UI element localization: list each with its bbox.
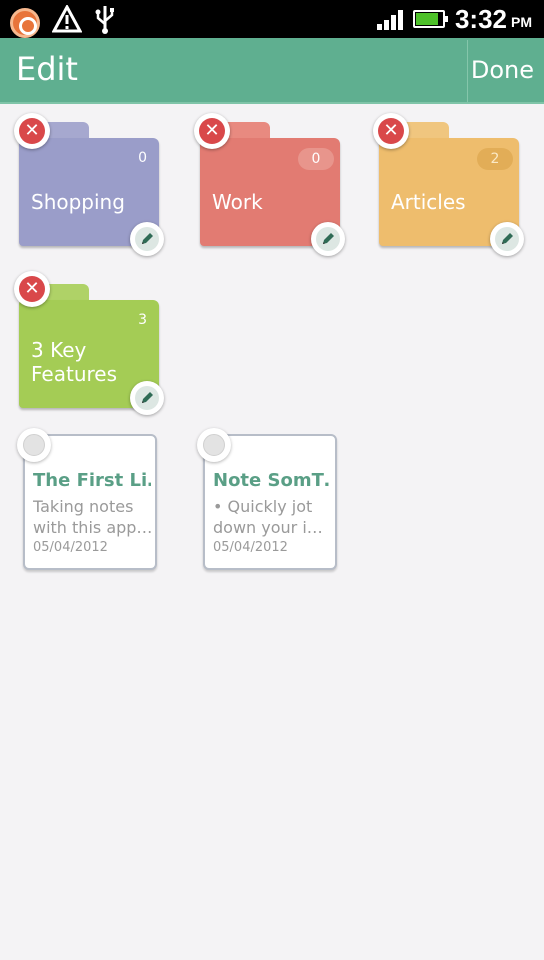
note-date: 05/04/2012 [213, 540, 288, 555]
note-preview: Taking notes with this app… [33, 497, 151, 537]
folder-name: Work [212, 190, 263, 214]
app-notification-icon [10, 7, 40, 38]
select-note-checkbox[interactable] [197, 428, 231, 462]
note-preview: • Quickly jot down your i… [213, 497, 323, 537]
folder-count: 2 [477, 148, 513, 170]
select-circle-icon [203, 434, 225, 456]
folder-count: 3 [138, 312, 147, 328]
note-date: 05/04/2012 [33, 540, 108, 555]
app-bar: Edit Done [0, 38, 544, 104]
delete-icon: ✕ [19, 276, 45, 302]
pencil-icon [135, 227, 159, 251]
signal-icon [376, 8, 403, 30]
battery-charging-icon [412, 10, 448, 28]
folder-count: 0 [298, 148, 334, 170]
usb-icon [94, 4, 116, 41]
status-ampm: PM [511, 14, 532, 30]
delete-folder-button[interactable]: ✕ [373, 113, 409, 149]
note-title: The First Li… [33, 470, 151, 491]
status-bar: 3:32 PM [0, 0, 544, 38]
edit-folder-button[interactable] [311, 222, 345, 256]
pencil-icon [135, 386, 159, 410]
edit-folder-button[interactable] [490, 222, 524, 256]
edit-folder-button[interactable] [130, 222, 164, 256]
note-title: Note SomT… [213, 470, 331, 491]
pencil-icon [495, 227, 519, 251]
warning-icon [51, 3, 83, 40]
status-time: 3:32 [454, 3, 507, 34]
folder-count: 0 [138, 150, 147, 166]
delete-icon: ✕ [378, 118, 404, 144]
folder-name: Articles [391, 190, 466, 214]
select-circle-icon [23, 434, 45, 456]
delete-folder-button[interactable]: ✕ [194, 113, 230, 149]
delete-icon: ✕ [199, 118, 225, 144]
select-note-checkbox[interactable] [17, 428, 51, 462]
edit-folder-button[interactable] [130, 381, 164, 415]
pencil-icon [316, 227, 340, 251]
delete-folder-button[interactable]: ✕ [14, 271, 50, 307]
app-bar-divider [467, 40, 468, 102]
done-button[interactable]: Done [471, 56, 534, 84]
page-title: Edit [16, 50, 78, 88]
folder-name: 3 Key Features [31, 338, 117, 386]
folder-name: Shopping [31, 190, 125, 214]
delete-folder-button[interactable]: ✕ [14, 113, 50, 149]
delete-icon: ✕ [19, 118, 45, 144]
